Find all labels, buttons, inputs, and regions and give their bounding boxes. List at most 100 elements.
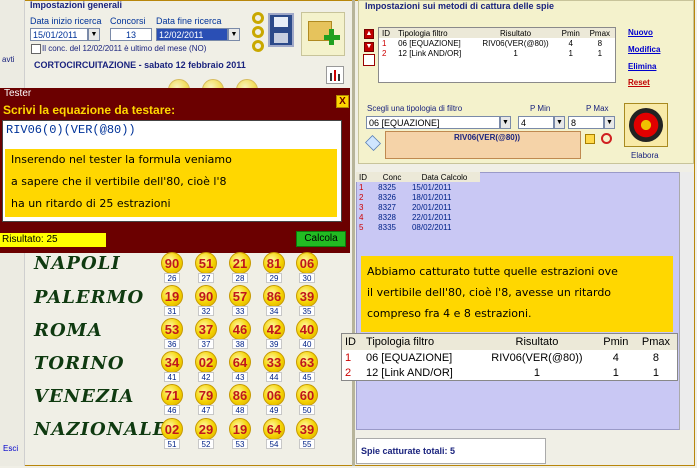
result-label: Risultato: 25 — [2, 234, 58, 245]
cell-pmax: 8 — [597, 38, 603, 48]
filter-type-select[interactable]: 06 [EQUAZIONE] — [366, 116, 500, 129]
nuovo-link[interactable]: Nuovo — [628, 28, 653, 37]
formula-result-value: RIV06(VER(@80)) — [454, 133, 521, 142]
table-row[interactable]: 2 8326 18/01/2011 — [356, 192, 480, 202]
cell-pmax: 1 — [652, 366, 659, 379]
contests-field[interactable]: 13 — [110, 28, 152, 41]
wheel-name: NAPOLI — [34, 253, 121, 274]
chain-icon[interactable] — [250, 10, 266, 56]
ball-index: 49 — [266, 405, 282, 415]
table-row[interactable]: 1 06 [EQUAZIONE] RIV06(VER(@80)) 4 8 — [342, 350, 678, 365]
exit-link[interactable]: Esci — [3, 444, 18, 453]
pmax-select[interactable]: 8 — [568, 116, 604, 129]
filter-type-dropdown[interactable]: ▼ — [500, 116, 511, 129]
table-row[interactable]: 3 8327 20/01/2011 — [356, 202, 480, 212]
table-row[interactable]: 1 06 [EQUAZIONE] RIV06(VER(@80)) 4 8 — [379, 38, 616, 48]
chevron-down-icon: ▼ — [230, 31, 238, 38]
cell-tipologia: 06 [EQUAZIONE] — [366, 351, 453, 364]
table-row[interactable]: 2 12 [Link AND/OR] 1 1 1 — [379, 48, 616, 58]
cell-id: 1 — [345, 351, 352, 364]
arrow-down-icon: ▼ — [365, 43, 373, 50]
results-scrollbar[interactable] — [679, 172, 694, 430]
ball: 71 — [161, 384, 183, 406]
tester-close-button[interactable]: X — [336, 95, 349, 108]
chevron-down-icon: ▼ — [502, 119, 509, 126]
result-field: Risultato: 25 — [0, 233, 106, 247]
general-settings-panel: Impostazioni generali Data inizio ricerc… — [26, 0, 247, 70]
table-row[interactable]: 4 8328 22/01/2011 — [356, 212, 480, 222]
last-of-month-checkbox[interactable] — [31, 44, 41, 54]
last-of-month-label: Il conc. del 12/02/2011 è ultimo del mes… — [42, 44, 207, 53]
ball-index: 31 — [164, 306, 180, 316]
methods-table: ID Tipologia filtro Risultato Pmin Pmax … — [378, 27, 616, 83]
ball: 79 — [195, 384, 217, 406]
cell-id: 5 — [359, 222, 364, 232]
cell-id: 2 — [345, 366, 352, 379]
ball-index: 37 — [198, 339, 214, 349]
elimina-link[interactable]: Elimina — [628, 62, 656, 71]
ball-index: 54 — [266, 439, 282, 449]
pmin-value: 4 — [521, 118, 527, 128]
cell-date: 08/02/2011 — [411, 222, 452, 232]
ball-index: 41 — [164, 372, 180, 382]
add-folder-icon[interactable] — [301, 12, 345, 56]
close-icon: X — [339, 96, 346, 107]
save-icon[interactable] — [268, 13, 294, 47]
summary-box: Spie catturate totali: 5 — [356, 438, 546, 464]
end-date-dropdown[interactable]: ▼ — [228, 28, 240, 41]
print-icon[interactable] — [363, 54, 375, 66]
ball-index: 30 — [299, 273, 315, 283]
ball: 81 — [263, 252, 285, 274]
annotation-line: il vertibile dell'80, cioè l'8, avesse u… — [367, 286, 612, 299]
calcola-label: Calcola — [304, 233, 338, 244]
edit-formula-icon[interactable] — [585, 134, 595, 144]
pmin-dropdown[interactable]: ▼ — [554, 116, 565, 129]
ball-index: 36 — [164, 339, 180, 349]
ball-index: 52 — [198, 439, 214, 449]
formula-input[interactable]: RIV06(0)(VER(@80)) Inserendo nel tester … — [2, 120, 342, 222]
ball: 02 — [161, 418, 183, 440]
reset-link[interactable]: Reset — [628, 78, 650, 87]
start-date-value: 15/01/2011 — [33, 30, 78, 40]
elabora-label: Elabora — [631, 151, 659, 160]
col-header: Tipologia filtro — [366, 336, 435, 348]
cell-pmin: 1 — [612, 366, 619, 379]
tester-window: Tester X Scrivi la equazione da testare:… — [0, 88, 350, 253]
cancel-icon[interactable] — [601, 133, 612, 144]
pmax-dropdown[interactable]: ▼ — [604, 116, 615, 129]
modifica-link[interactable]: Modifica — [628, 45, 660, 54]
ball: 53 — [161, 318, 183, 340]
arrow-down-button[interactable]: ▼ — [364, 42, 374, 52]
table-row[interactable]: 2 12 [Link AND/OR] 1 1 1 — [342, 365, 678, 381]
table-row[interactable]: 5 8335 08/02/2011 — [356, 222, 480, 232]
cell-risultato: 1 — [533, 366, 540, 379]
ball: 19 — [161, 285, 183, 307]
cell-id: 1 — [382, 38, 387, 48]
cell-conc: 8325 — [378, 182, 396, 192]
cell-date: 18/01/2011 — [411, 192, 452, 202]
ball-index: 27 — [198, 273, 214, 283]
pmin-select[interactable]: 4 — [518, 116, 554, 129]
end-date-field[interactable]: 12/02/2011 — [156, 28, 228, 41]
ball: 86 — [229, 384, 251, 406]
pmax-label: P Max — [586, 104, 609, 113]
arrow-up-icon: ▲ — [365, 30, 373, 37]
cell-pmin: 1 — [568, 48, 573, 58]
annotation-note: Abbiamo catturato tutte quelle estrazion… — [361, 256, 673, 332]
start-date-field[interactable]: 15/01/2011 — [30, 28, 88, 41]
cell-date: 20/01/2011 — [411, 202, 452, 212]
table-row[interactable]: 1 8325 15/01/2011 — [356, 182, 480, 192]
ball: 06 — [263, 384, 285, 406]
tester-title: Tester — [4, 88, 32, 99]
ball: 51 — [195, 252, 217, 274]
calcola-button[interactable]: Calcola — [296, 231, 346, 247]
equalizer-icon[interactable] — [326, 66, 344, 84]
col-header: Risultato — [499, 28, 532, 38]
ball: 64 — [229, 351, 251, 373]
elabora-button[interactable] — [624, 103, 668, 147]
arrow-up-button[interactable]: ▲ — [364, 29, 374, 39]
formula-result-box: RIV06(VER(@80)) — [385, 131, 581, 159]
start-date-dropdown[interactable]: ▼ — [88, 28, 100, 41]
ball: 86 — [263, 285, 285, 307]
chevron-down-icon: ▼ — [606, 119, 613, 126]
